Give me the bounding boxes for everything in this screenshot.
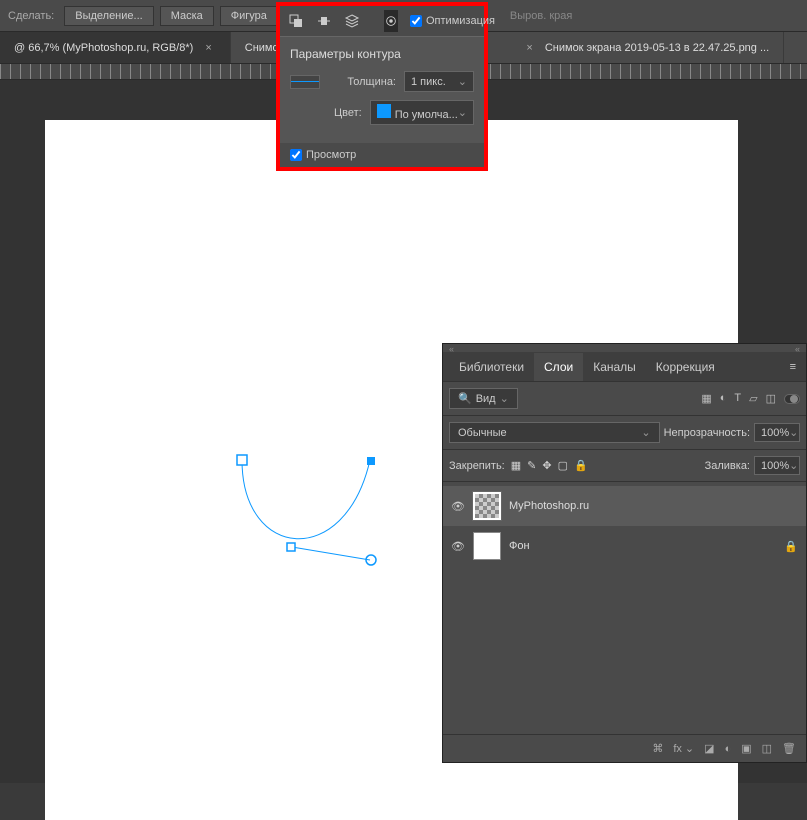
group-icon[interactable]: ▣ xyxy=(741,742,751,755)
adjustment-icon[interactable]: ◐ xyxy=(725,743,732,755)
thickness-value: 1 пикс. xyxy=(411,76,446,88)
color-name: По умолча... xyxy=(395,109,458,121)
lock-transparent-icon[interactable]: ▦ xyxy=(511,459,521,472)
filter-shape-icon[interactable]: ▱ xyxy=(749,392,757,405)
close-icon[interactable]: × xyxy=(201,42,215,54)
chevron-down-icon: ⌄ xyxy=(458,75,467,88)
opacity-field[interactable]: 100% ⌄ xyxy=(754,423,800,442)
filter-kind-label: Вид xyxy=(476,393,496,405)
layer-name[interactable]: MyPhotoshop.ru xyxy=(509,500,589,512)
lock-all-icon[interactable]: 🔒 xyxy=(574,459,588,472)
fx-icon[interactable]: fx ⌄ xyxy=(673,742,694,755)
layers-icon[interactable] xyxy=(344,10,360,32)
stroke-sample xyxy=(290,75,320,89)
panel-grip-right[interactable]: « xyxy=(795,344,800,352)
preview-label: Просмотр xyxy=(306,149,356,161)
color-label: Цвет: xyxy=(328,107,362,119)
visibility-eye-icon[interactable]: 👁 xyxy=(451,500,465,513)
tab-libraries[interactable]: Библиотеки xyxy=(449,353,534,381)
path-combine-icon[interactable] xyxy=(288,10,304,32)
chevron-down-icon: ⌄ xyxy=(458,106,467,119)
thickness-label: Толщина: xyxy=(328,76,396,88)
tab-label: Снимок экрана 2019-05-13 в 22.47.25.png … xyxy=(545,42,769,54)
optimize-checkbox[interactable]: Оптимизация xyxy=(410,15,495,27)
layer-row[interactable]: 👁 MyPhotoshop.ru xyxy=(443,486,806,526)
filter-toggle[interactable] xyxy=(784,394,800,404)
stroke-color-field[interactable]: По умолча... ⌄ xyxy=(370,100,474,125)
selection-button[interactable]: Выделение... xyxy=(64,6,153,26)
chevron-down-icon: ⌄ xyxy=(789,459,798,472)
tab-layers[interactable]: Слои xyxy=(534,353,583,381)
shape-button[interactable]: Фигура xyxy=(220,6,278,26)
gear-icon[interactable] xyxy=(384,10,398,32)
lock-artboard-icon[interactable]: ▢ xyxy=(558,459,568,472)
thickness-field[interactable]: 1 пикс. ⌄ xyxy=(404,71,474,92)
color-swatch xyxy=(377,104,391,118)
tab-adjustments[interactable]: Коррекция xyxy=(646,353,725,381)
opacity-label: Непрозрачность: xyxy=(664,427,750,439)
chevron-down-icon: ⌄ xyxy=(500,392,509,405)
popup-title: Параметры контура xyxy=(290,47,474,61)
layer-row[interactable]: 👁 Фон 🔒 xyxy=(443,526,806,566)
layer-list: 👁 MyPhotoshop.ru 👁 Фон 🔒 xyxy=(443,482,806,570)
layer-name[interactable]: Фон xyxy=(509,540,530,552)
filter-adjust-icon[interactable]: ◐ xyxy=(720,392,727,405)
layers-panel: « « Библиотеки Слои Каналы Коррекция ≡ 🔍… xyxy=(442,343,807,763)
tab-document-1[interactable]: @ 66,7% (MyPhotoshop.ru, RGB/8*) × xyxy=(0,32,231,63)
optimize-label: Оптимизация xyxy=(426,15,495,27)
blend-mode-select[interactable]: Обычные ⌄ xyxy=(449,422,660,443)
chevron-down-icon: ⌄ xyxy=(789,426,798,439)
filter-image-icon[interactable]: ▦ xyxy=(701,392,711,405)
layer-thumb[interactable] xyxy=(473,492,501,520)
trash-icon[interactable]: 🗑 xyxy=(782,742,796,755)
filter-kind-select[interactable]: 🔍 Вид ⌄ xyxy=(449,388,518,409)
path-options-popup: Оптимизация Параметры контура Толщина: 1… xyxy=(276,2,488,171)
tab-label: @ 66,7% (MyPhotoshop.ru, RGB/8*) xyxy=(14,42,193,54)
layer-thumb[interactable] xyxy=(473,532,501,560)
chevron-down-icon: ⌄ xyxy=(641,426,650,439)
preview-checkbox[interactable]: Просмотр xyxy=(290,149,356,161)
filter-text-icon[interactable]: T xyxy=(734,392,741,405)
visibility-eye-icon[interactable]: 👁 xyxy=(451,540,465,553)
new-layer-icon[interactable]: ◫ xyxy=(762,742,772,755)
tab-document-3[interactable]: × Снимок экрана 2019-05-13 в 22.47.25.pn… xyxy=(508,32,784,63)
lock-label: Закрепить: xyxy=(449,460,505,472)
close-icon[interactable]: × xyxy=(522,42,536,54)
mask-button[interactable]: Маска xyxy=(160,6,214,26)
panel-menu-icon[interactable]: ≡ xyxy=(786,357,800,377)
make-label: Сделать: xyxy=(8,10,54,22)
mask-icon[interactable]: ◪ xyxy=(704,742,714,755)
lock-brush-icon[interactable]: ✎ xyxy=(527,459,536,472)
blend-mode-value: Обычные xyxy=(458,427,507,439)
lock-move-icon[interactable]: ✥ xyxy=(542,459,551,472)
panel-grip-left[interactable]: « xyxy=(449,344,454,352)
lock-icon[interactable]: 🔒 xyxy=(784,540,798,553)
fill-field[interactable]: 100% ⌄ xyxy=(754,456,800,475)
filter-smart-icon[interactable]: ◫ xyxy=(766,392,776,405)
tab-channels[interactable]: Каналы xyxy=(583,353,646,381)
link-layers-icon[interactable]: ⌘ xyxy=(652,742,663,755)
align-edge-label: Выров. края xyxy=(510,10,572,22)
path-align-icon[interactable] xyxy=(316,10,332,32)
fill-label: Заливка: xyxy=(705,460,750,472)
